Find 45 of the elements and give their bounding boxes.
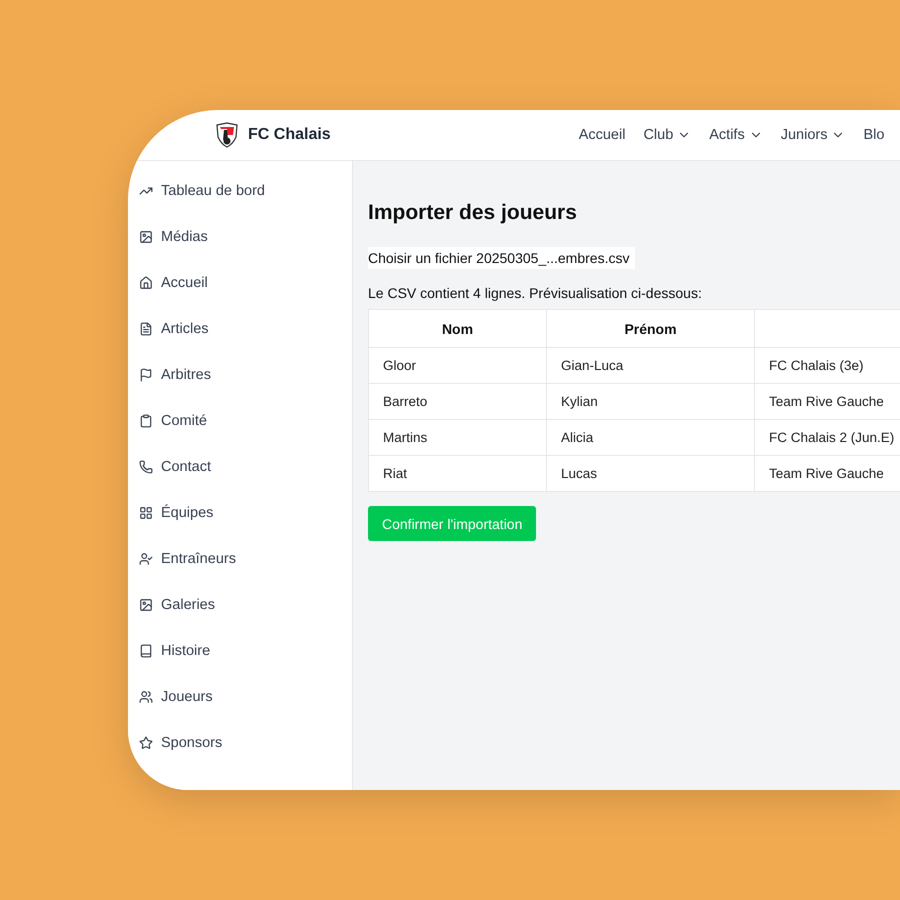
grid-icon (139, 506, 153, 520)
user-check-icon (139, 552, 153, 566)
sidebar-item[interactable]: Équipes (139, 503, 352, 523)
column-header: Nom (368, 310, 546, 348)
summary-text: Le CSV contient 4 lignes. Prévisualisation ci-dessous: (368, 285, 703, 301)
table-cell: Gian-Luca (546, 348, 754, 384)
club-crest-icon (215, 122, 239, 148)
column-header: Prénom (546, 310, 754, 348)
sidebar-item[interactable]: Comité (139, 411, 352, 431)
sidebar-item[interactable]: Médias (139, 227, 352, 247)
nav-link[interactable]: Blo (863, 127, 884, 143)
nav-link[interactable]: Accueil (578, 127, 626, 143)
sidebar-item[interactable]: Accueil (139, 273, 352, 293)
star-icon (139, 736, 153, 750)
table-cell: Martins (368, 420, 546, 456)
sidebar-item[interactable]: Entraîneurs (139, 549, 352, 569)
sidebar-item[interactable]: Sponsors (139, 733, 352, 753)
sidebar-item[interactable]: Galeries (139, 595, 352, 615)
sidebar-item[interactable]: Articles (139, 319, 352, 339)
table-cell: Gloor (368, 348, 546, 384)
table-cell: Alicia (546, 420, 754, 456)
sidebar-item[interactable]: Arbitres (139, 365, 352, 385)
table-cell: Riat (368, 456, 546, 492)
sidebar-item[interactable]: Joueurs (139, 687, 352, 707)
nav-link[interactable]: Juniors (780, 127, 846, 143)
flag-icon (139, 368, 153, 382)
users-icon (139, 690, 153, 704)
image-icon (139, 598, 153, 612)
phone-icon (139, 460, 153, 474)
table-cell: Lucas (546, 456, 754, 492)
sidebar-item[interactable]: Histoire (139, 641, 352, 661)
table-cell: Kylian (546, 384, 754, 420)
file-input[interactable]: Choisir un fichier 20250305_...embres.csv (368, 247, 636, 269)
home-icon (139, 276, 153, 290)
clipboard-icon (139, 414, 153, 428)
nav-link[interactable]: Actifs (709, 127, 763, 143)
page-title: Importer des joueurs (368, 201, 578, 225)
image-icon (139, 230, 153, 244)
nav-link[interactable]: Club (643, 127, 692, 143)
table-cell: Barreto (368, 384, 546, 420)
document-icon (139, 322, 153, 336)
book-icon (139, 644, 153, 658)
sidebar-item[interactable]: Contact (139, 457, 352, 477)
brand-name: FC Chalais (248, 126, 331, 144)
sidebar-item[interactable]: Tableau de bord (139, 181, 352, 201)
